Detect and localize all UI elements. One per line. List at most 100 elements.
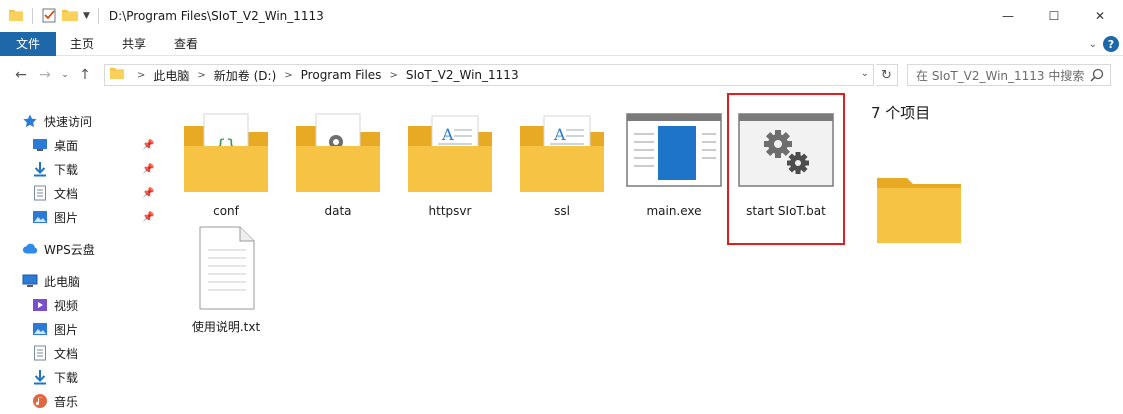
tab-file[interactable]: 文件 [0,31,56,56]
minimize-button[interactable]: — [985,0,1031,32]
help-button[interactable]: ? [1103,36,1119,52]
ribbon-right: ⌄ ? [1089,32,1119,56]
breadcrumb-program-files[interactable]: Program Files [301,68,382,82]
pin-icon: 📌 [142,188,155,199]
sidebar-item-desktop[interactable]: 桌面 [32,134,78,156]
file-item-conf[interactable]: {} conf [176,112,276,218]
file-item-ssl[interactable]: A ssl [512,112,612,218]
sidebar-item-label: 视频 [54,298,79,313]
tab-home[interactable]: 主页 [56,32,108,56]
svg-text:A: A [441,125,454,144]
star-icon [22,113,38,129]
sidebar-item-documents[interactable]: 文档 [32,182,78,204]
expand-ribbon-icon[interactable]: ⌄ [1089,39,1097,50]
details-pane: 7 个项目 [852,94,1123,414]
quick-access-toolbar: ▼ [0,0,103,32]
sidebar-item-pictures-pc[interactable]: 图片 [32,318,78,340]
file-item-data[interactable]: data [288,112,388,218]
sidebar-item-videos[interactable]: 视频 [32,294,78,316]
sidebar-item-label: 下载 [54,162,79,177]
folder-icon [876,174,962,247]
sidebar-item-pictures[interactable]: 图片 [32,206,78,228]
item-count: 7 个项目 [871,104,931,122]
file-name: main.exe [646,204,702,218]
desktop-icon [32,137,48,153]
new-folder-icon[interactable] [61,8,79,25]
sidebar-item-wps-cloud[interactable]: WPS云盘 [22,238,95,260]
refresh-button[interactable]: ↻ [876,64,898,86]
file-name: conf [213,204,239,218]
document-icon [32,185,48,201]
sidebar-item-documents-pc[interactable]: 文档 [32,342,78,364]
picture-icon [32,209,48,225]
tab-view[interactable]: 查看 [160,32,212,56]
sidebar-item-label: 图片 [54,210,79,225]
breadcrumb-this-pc[interactable]: 此电脑 [153,67,189,84]
ribbon: 文件 主页 共享 查看 ⌄ ? [0,31,1123,56]
sidebar-item-downloads[interactable]: 下载 [32,158,78,180]
folder-gear-icon [290,112,386,196]
sidebar-item-this-pc[interactable]: 此电脑 [22,270,80,292]
window-title: D:\Program Files\SIoT_V2_Win_1113 [108,9,324,23]
folder-code-icon: {} [178,112,274,196]
sidebar-item-label: 音乐 [54,394,79,409]
pin-icon: 📌 [142,140,155,151]
sidebar-item-label: 文档 [54,346,79,361]
address-bar[interactable]: > 此电脑 > 新加卷 (D:) > Program Files > SIoT_… [104,64,874,86]
customize-dropdown-icon[interactable]: ▼ [83,11,90,21]
file-item-httpsvr[interactable]: A httpsvr [400,112,500,218]
file-name: data [324,204,352,218]
sidebar-item-label: 此电脑 [44,274,81,289]
download-icon [32,369,48,385]
folder-icon[interactable] [8,8,24,25]
file-name: ssl [554,204,570,218]
tab-share[interactable]: 共享 [108,32,160,56]
file-name: httpsvr [428,204,472,218]
title-bar: ▼ D:\Program Files\SIoT_V2_Win_1113 — ☐ … [0,0,1123,32]
properties-icon[interactable] [41,7,57,26]
file-item-readme-txt[interactable]: 使用说明.txt [176,226,276,335]
back-arrow-icon[interactable]: ← [10,64,32,86]
navigation-pane: 快速访问 桌面 📌 下载 📌 文档 📌 图片 📌 WPS云盘 此电脑 视频 图片… [0,104,160,414]
file-name: 使用说明.txt [191,320,261,334]
application-window-icon [626,112,722,196]
breadcrumb-separator: > [197,69,206,81]
maximize-button[interactable]: ☐ [1031,0,1077,32]
folder-text-icon: A [514,112,610,196]
document-icon [32,345,48,361]
close-button[interactable]: ✕ [1077,0,1123,32]
video-icon [32,297,48,313]
sidebar-item-quick-access[interactable]: 快速访问 [22,110,92,132]
navigation-bar: ← → ⌄ ↑ > 此电脑 > 新加卷 (D:) > Program Files… [0,56,1123,94]
forward-arrow-icon[interactable]: → [34,64,56,86]
breadcrumb-siot-folder[interactable]: SIoT_V2_Win_1113 [406,68,519,82]
sidebar-item-music[interactable]: 音乐 [32,390,78,412]
search-placeholder: 在 SIoT_V2_Win_1113 中搜索 [916,68,1085,83]
breadcrumb-separator: > [389,69,398,81]
separator [32,8,33,24]
sidebar-item-label: 下载 [54,370,79,385]
svg-text:A: A [553,125,566,144]
sidebar-item-label: 快速访问 [44,114,93,129]
picture-icon [32,321,48,337]
breadcrumb-drive-d[interactable]: 新加卷 (D:) [214,67,276,84]
search-input[interactable]: 在 SIoT_V2_Win_1113 中搜索 [907,64,1111,86]
search-icon [1090,68,1104,85]
folder-text-icon: A [402,112,498,196]
address-dropdown-icon[interactable]: ⌄ [861,68,869,79]
sidebar-item-label: 桌面 [54,138,79,153]
download-icon [32,161,48,177]
up-arrow-icon[interactable]: ↑ [74,64,96,86]
highlight-box [727,93,845,245]
computer-icon [22,273,38,289]
file-item-main-exe[interactable]: main.exe [624,112,724,218]
sidebar-item-label: WPS云盘 [44,242,95,257]
pin-icon: 📌 [142,212,155,223]
sidebar-item-downloads-pc[interactable]: 下载 [32,366,78,388]
cloud-icon [22,241,38,257]
folder-icon [109,67,125,83]
breadcrumb-separator: > [284,69,293,81]
recent-locations-icon[interactable]: ⌄ [58,64,72,86]
window-controls: — ☐ ✕ [985,0,1123,32]
sidebar-item-label: 文档 [54,186,79,201]
